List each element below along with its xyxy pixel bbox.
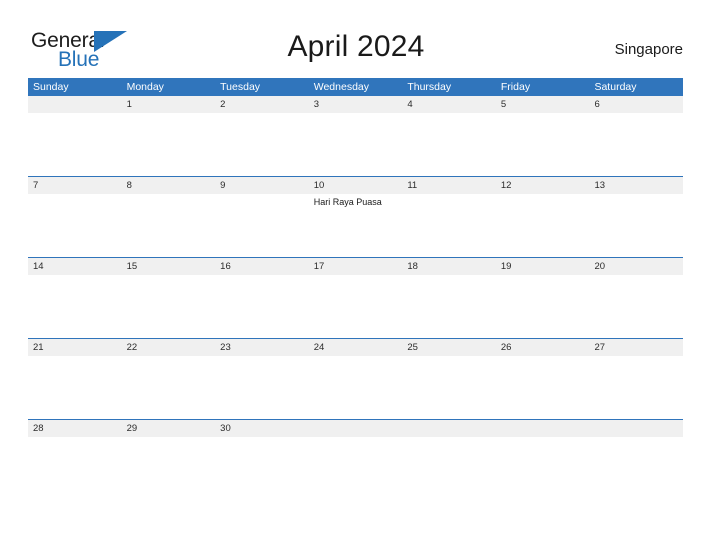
day-number[interactable]: 26	[496, 339, 590, 356]
day-event[interactable]	[589, 437, 683, 500]
week-event-band	[28, 437, 683, 500]
day-number[interactable]	[28, 96, 122, 113]
day-event[interactable]	[122, 437, 216, 500]
day-number[interactable]: 17	[309, 258, 403, 275]
locale-label: Singapore	[614, 41, 683, 58]
day-number[interactable]: 4	[402, 96, 496, 113]
day-event[interactable]	[402, 275, 496, 338]
day-number[interactable]: 2	[215, 96, 309, 113]
day-event[interactable]	[122, 113, 216, 176]
week-event-band: Hari Raya Puasa	[28, 194, 683, 257]
day-event[interactable]	[589, 194, 683, 257]
day-number[interactable]: 14	[28, 258, 122, 275]
calendar-page: General Blue April 2024 Singapore Sunday…	[0, 0, 712, 550]
day-event-hari-raya-puasa[interactable]: Hari Raya Puasa	[309, 194, 403, 257]
week-day-number-band: 28 29 30	[28, 420, 683, 437]
week-event-band	[28, 113, 683, 176]
day-event[interactable]	[309, 437, 403, 500]
day-number[interactable]: 18	[402, 258, 496, 275]
day-event[interactable]	[122, 194, 216, 257]
day-event[interactable]	[28, 437, 122, 500]
day-number[interactable]: 8	[122, 177, 216, 194]
day-number[interactable]: 10	[309, 177, 403, 194]
day-event[interactable]	[402, 356, 496, 419]
day-number[interactable]: 7	[28, 177, 122, 194]
week-row: 21 22 23 24 25 26 27	[28, 338, 683, 419]
day-number[interactable]: 27	[589, 339, 683, 356]
day-event[interactable]	[402, 437, 496, 500]
week-row: 28 29 30	[28, 419, 683, 500]
day-number[interactable]: 19	[496, 258, 590, 275]
day-event[interactable]	[215, 437, 309, 500]
day-event[interactable]	[215, 113, 309, 176]
day-event[interactable]	[589, 275, 683, 338]
weekday-header-tuesday: Tuesday	[220, 81, 261, 93]
weekday-header-row: Sunday Monday Tuesday Wednesday Thursday…	[28, 78, 683, 96]
day-number[interactable]: 5	[496, 96, 590, 113]
day-number[interactable]	[589, 420, 683, 437]
day-number[interactable]: 21	[28, 339, 122, 356]
day-number[interactable]: 16	[215, 258, 309, 275]
day-number[interactable]: 6	[589, 96, 683, 113]
day-number[interactable]: 24	[309, 339, 403, 356]
day-event[interactable]	[215, 194, 309, 257]
day-number[interactable]	[309, 420, 403, 437]
weekday-header-friday: Friday	[500, 81, 531, 93]
weekday-header-monday: Monday	[126, 81, 164, 93]
day-event[interactable]	[28, 275, 122, 338]
day-number[interactable]: 20	[589, 258, 683, 275]
day-event[interactable]	[215, 275, 309, 338]
day-number[interactable]: 3	[309, 96, 403, 113]
day-number[interactable]: 13	[589, 177, 683, 194]
day-number[interactable]: 25	[402, 339, 496, 356]
day-event[interactable]	[496, 437, 590, 500]
day-number[interactable]: 30	[215, 420, 309, 437]
day-event[interactable]	[402, 194, 496, 257]
week-day-number-band: 1 2 3 4 5 6	[28, 96, 683, 113]
day-event[interactable]	[309, 275, 403, 338]
day-number[interactable]: 1	[122, 96, 216, 113]
day-event[interactable]	[215, 356, 309, 419]
day-number[interactable]	[496, 420, 590, 437]
day-event[interactable]	[496, 113, 590, 176]
day-event[interactable]	[496, 194, 590, 257]
weekday-header-saturday: Saturday	[594, 81, 637, 93]
day-event[interactable]	[28, 356, 122, 419]
day-event[interactable]	[496, 356, 590, 419]
day-event[interactable]	[589, 113, 683, 176]
day-event[interactable]	[122, 356, 216, 419]
day-number[interactable]	[402, 420, 496, 437]
day-number[interactable]: 12	[496, 177, 590, 194]
day-event[interactable]	[28, 194, 122, 257]
weekday-header-sunday: Sunday	[33, 81, 69, 93]
day-number[interactable]: 29	[122, 420, 216, 437]
day-event[interactable]	[309, 113, 403, 176]
day-number[interactable]: 15	[122, 258, 216, 275]
week-row: 14 15 16 17 18 19 20	[28, 257, 683, 338]
day-event[interactable]	[496, 275, 590, 338]
week-event-band	[28, 356, 683, 419]
page-title: April 2024	[287, 30, 425, 63]
week-event-band	[28, 275, 683, 338]
day-event[interactable]	[28, 113, 122, 176]
day-number[interactable]: 23	[215, 339, 309, 356]
weekday-header-thursday: Thursday	[407, 81, 452, 93]
week-day-number-band: 21 22 23 24 25 26 27	[28, 339, 683, 356]
day-event[interactable]	[402, 113, 496, 176]
day-number[interactable]: 22	[122, 339, 216, 356]
day-event[interactable]	[122, 275, 216, 338]
day-number[interactable]: 11	[402, 177, 496, 194]
week-day-number-band: 14 15 16 17 18 19 20	[28, 258, 683, 275]
weekday-header-wednesday: Wednesday	[313, 81, 369, 93]
week-row: 7 8 9 10 11 12 13 Hari Raya Puasa	[28, 176, 683, 257]
week-day-number-band: 7 8 9 10 11 12 13	[28, 177, 683, 194]
week-row: 1 2 3 4 5 6	[28, 96, 683, 176]
day-number[interactable]: 28	[28, 420, 122, 437]
calendar-grid: Sunday Monday Tuesday Wednesday Thursday…	[28, 78, 683, 500]
day-event[interactable]	[589, 356, 683, 419]
page-header: General Blue April 2024 Singapore	[0, 0, 712, 76]
day-number[interactable]: 9	[215, 177, 309, 194]
day-event[interactable]	[309, 356, 403, 419]
